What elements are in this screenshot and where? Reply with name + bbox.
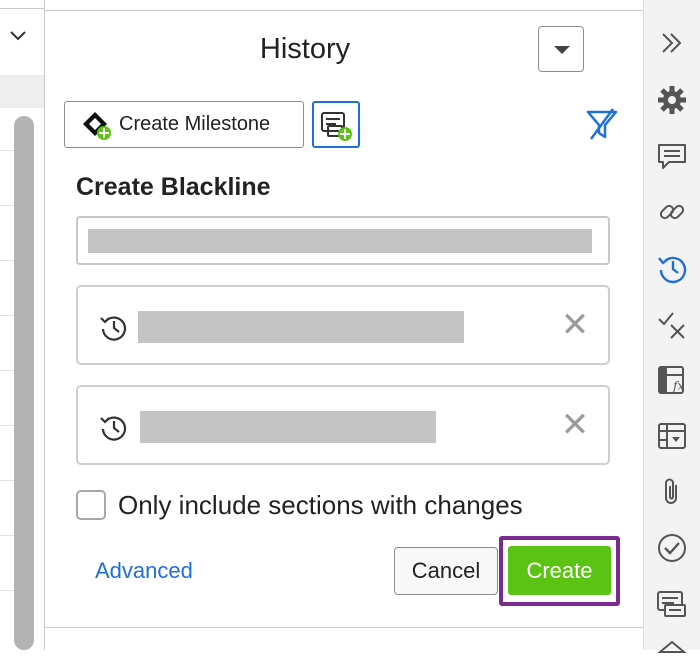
background-gridline	[0, 205, 14, 206]
table-icon[interactable]	[656, 420, 688, 452]
clear-icon[interactable]: ✕	[560, 305, 590, 345]
link-icon[interactable]	[656, 196, 688, 228]
blackline-add-icon	[321, 112, 352, 141]
background-gridline	[0, 535, 14, 536]
chevron-down-icon[interactable]	[8, 29, 28, 43]
history-icon[interactable]	[656, 252, 688, 284]
comments-icon[interactable]	[656, 140, 688, 172]
caret-down-icon	[554, 46, 570, 54]
expand-icon[interactable]	[656, 27, 688, 59]
filter-off-icon[interactable]	[585, 107, 619, 141]
formula-icon[interactable]: fx	[656, 364, 688, 396]
more-icon[interactable]	[656, 640, 688, 672]
history-icon	[100, 416, 127, 441]
clear-icon[interactable]: ✕	[560, 405, 590, 445]
background-gridline	[0, 150, 14, 151]
from-version-selector[interactable]: ✕	[76, 285, 610, 365]
background-gridline	[0, 260, 14, 261]
create-milestone-label: Create Milestone	[119, 113, 271, 135]
create-milestone-button[interactable]: Create Milestone	[64, 101, 304, 148]
to-version-selector[interactable]: ✕	[76, 385, 610, 465]
only-changes-label: Only include sections with changes	[118, 490, 523, 520]
history-icon	[100, 316, 127, 341]
background-scrollbar[interactable]	[14, 116, 34, 650]
create-button[interactable]: Create	[508, 546, 611, 595]
panel-options-dropdown[interactable]	[538, 26, 584, 72]
redacted-value	[88, 229, 592, 253]
blackline-name-input[interactable]	[76, 216, 610, 265]
cancel-button[interactable]: Cancel	[394, 547, 498, 595]
create-blackline-heading: Create Blackline	[76, 173, 271, 201]
milestone-add-icon	[83, 111, 111, 140]
background-selected-row	[0, 75, 44, 108]
history-panel: History Create Milestone Create Blacklin…	[45, 10, 643, 651]
proofing-icon[interactable]	[656, 308, 688, 340]
panel-divider	[45, 627, 643, 628]
background-gridline	[0, 370, 14, 371]
background-document-area	[0, 0, 45, 650]
background-gridline	[0, 425, 14, 426]
panel-title: History	[259, 33, 351, 65]
background-gridline	[0, 315, 14, 316]
create-blackline-toggle-button[interactable]	[312, 101, 360, 148]
redacted-version-name	[140, 411, 436, 443]
sections-icon[interactable]	[656, 588, 688, 620]
right-icon-rail: fx	[643, 0, 700, 653]
background-toolbar	[0, 8, 44, 57]
svg-text:fx: fx	[672, 379, 684, 393]
approvals-icon[interactable]	[656, 532, 688, 564]
background-gridline	[0, 590, 14, 591]
redacted-version-name	[138, 311, 464, 343]
attachment-icon[interactable]	[656, 476, 688, 508]
background-gridline	[0, 480, 14, 481]
advanced-link[interactable]: Advanced	[95, 558, 193, 584]
only-changes-checkbox[interactable]	[76, 490, 106, 520]
settings-gear-icon[interactable]	[656, 84, 688, 116]
